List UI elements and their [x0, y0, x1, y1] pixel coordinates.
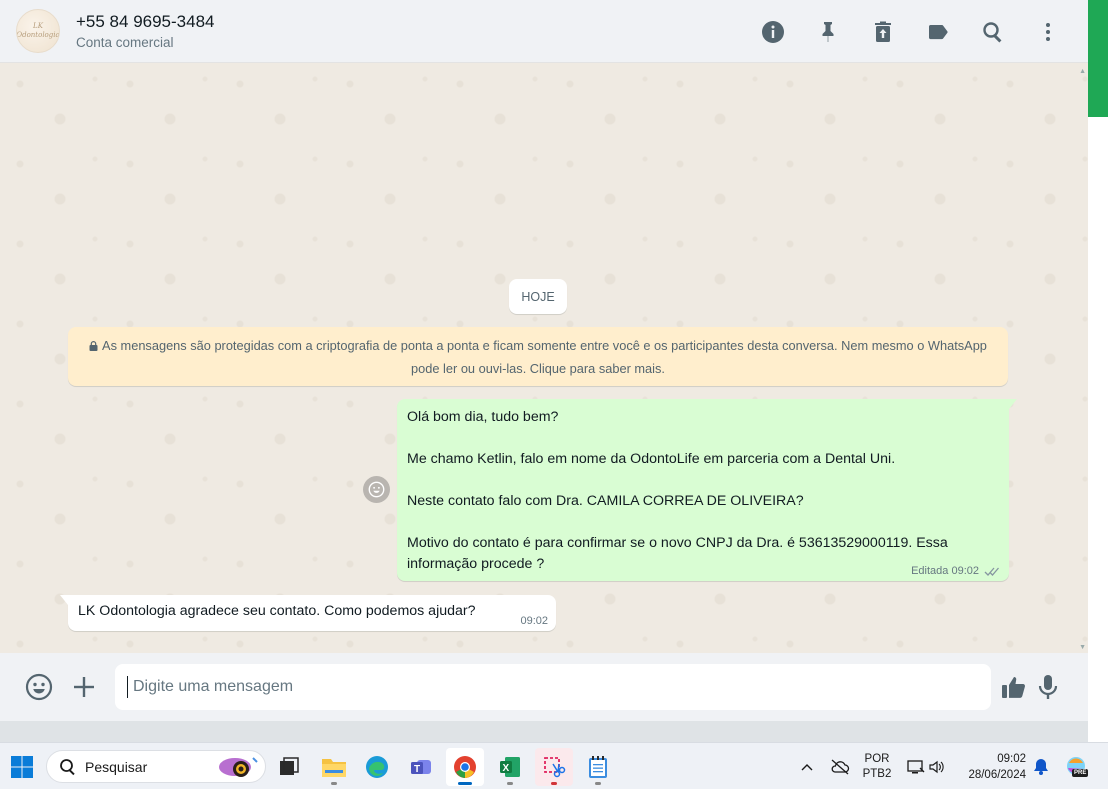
header-actions	[736, 14, 1066, 50]
language-code: POR	[864, 752, 890, 765]
volume-icon	[928, 760, 944, 773]
notepad-button[interactable]	[579, 748, 617, 786]
message-input-box[interactable]	[115, 664, 991, 710]
avatar-logo-text: LK Odontologia	[16, 22, 60, 39]
search-highlight-icon	[219, 757, 258, 777]
start-button[interactable]	[3, 748, 41, 786]
chevron-up-icon	[801, 763, 813, 770]
excel-button[interactable]: X	[491, 748, 529, 786]
contact-avatar[interactable]: LK Odontologia	[16, 9, 60, 53]
outgoing-message[interactable]: Olá bom dia, tudo bem? Me chamo Ketlin, …	[397, 399, 1017, 581]
svg-text:T: T	[414, 764, 420, 775]
edge-icon	[366, 756, 388, 778]
file-explorer-button[interactable]	[315, 748, 353, 786]
message-text: LK Odontologia agradece seu contato. Com…	[78, 603, 476, 619]
menu-icon[interactable]	[1030, 14, 1066, 50]
pin-icon[interactable]	[810, 14, 846, 50]
keyboard-layout: PTB2	[862, 767, 892, 780]
voice-button[interactable]	[1028, 667, 1068, 707]
emoji-reaction-icon	[368, 481, 385, 498]
cloud-offline-icon	[831, 759, 850, 774]
contact-subtitle: Conta comercial	[76, 35, 174, 50]
contact-title: +55 84 9695-3484	[76, 12, 215, 31]
plus-icon	[74, 677, 94, 697]
contact-info[interactable]: +55 84 9695-3484 Conta comercial	[76, 12, 215, 50]
search-label: Pesquisar	[85, 758, 148, 775]
emoji-icon	[25, 673, 53, 701]
text-caret	[127, 676, 128, 698]
message-line: Olá bom dia, tudo bem?	[407, 409, 559, 425]
window-scrollbar[interactable]	[1088, 0, 1108, 742]
message-input[interactable]	[133, 678, 953, 696]
like-button[interactable]	[993, 667, 1033, 707]
attach-button[interactable]	[64, 667, 104, 707]
taskbar-clock[interactable]: 09:02 28/06/2024	[958, 743, 1026, 789]
reaction-button[interactable]	[363, 476, 390, 503]
date-chip: HOJE	[509, 279, 567, 314]
bell-icon	[1034, 759, 1048, 775]
teams-icon: T	[411, 760, 431, 775]
emoji-button[interactable]	[19, 667, 59, 707]
clock-date: 28/06/2024	[968, 768, 1026, 781]
notepad-icon	[589, 756, 607, 778]
incoming-message[interactable]: LK Odontologia agradece seu contato. Com…	[60, 595, 556, 631]
teams-button[interactable]: T	[402, 748, 440, 786]
scissors-icon	[544, 757, 566, 778]
scroll-up-arrow[interactable]: ▲	[1079, 68, 1086, 75]
chat-panel[interactable]: ▲ ▼ HOJE As mensagens são protegidas com…	[0, 64, 1088, 653]
message-line: Me chamo Ketlin, falo em nome da OdontoL…	[407, 451, 896, 467]
microphone-icon	[1038, 675, 1058, 699]
info-icon[interactable]	[755, 14, 791, 50]
task-view-button[interactable]	[270, 748, 308, 786]
clock-time: 09:02	[997, 752, 1026, 765]
window-scrollbar-thumb[interactable]	[1088, 0, 1108, 117]
input-language[interactable]: POR PTB2	[858, 743, 896, 789]
encryption-notice[interactable]: As mensagens são protegidas com a cripto…	[68, 327, 1008, 386]
copilot-button[interactable]: PRE	[1062, 743, 1092, 789]
taskbar-search[interactable]: Pesquisar	[46, 750, 266, 783]
bubble-tail	[60, 595, 68, 605]
notifications-button[interactable]	[1030, 743, 1052, 789]
windows-taskbar: Pesquisar T X POR PTB2 09:02 28/06/2024 …	[0, 742, 1108, 789]
onedrive-status[interactable]	[828, 743, 852, 789]
encryption-notice-text: As mensagens são protegidas com a cripto…	[102, 338, 987, 376]
chrome-icon	[454, 756, 476, 778]
svg-text:X: X	[503, 763, 510, 774]
window-bottom-gap	[0, 721, 1088, 742]
thumbs-up-icon	[1002, 677, 1025, 698]
chat-header: LK Odontologia +55 84 9695-3484 Conta co…	[0, 0, 1088, 63]
network-icon	[906, 759, 924, 773]
task-view-icon	[280, 757, 299, 775]
message-time: 09:02	[951, 565, 979, 577]
snipping-tool-button[interactable]	[535, 748, 573, 786]
chrome-button[interactable]	[446, 748, 484, 786]
search-icon	[60, 758, 75, 775]
message-meta: Editada 09:02	[911, 565, 1001, 577]
copilot-badge: PRE	[1072, 769, 1089, 777]
show-hidden-icons[interactable]	[797, 743, 817, 789]
search-icon[interactable]	[975, 14, 1011, 50]
double-check-icon	[984, 567, 999, 576]
delete-icon[interactable]	[865, 14, 901, 50]
message-line: Neste contato falo com Dra. CAMILA CORRE…	[407, 493, 804, 509]
label-icon[interactable]	[920, 14, 956, 50]
network-volume[interactable]	[904, 743, 946, 789]
edge-button[interactable]	[358, 748, 396, 786]
folder-icon	[322, 759, 346, 777]
bubble-tail	[1009, 399, 1017, 409]
scroll-down-arrow[interactable]: ▼	[1079, 644, 1086, 651]
lock-icon	[89, 341, 98, 351]
message-composer	[0, 653, 1088, 721]
edited-label: Editada	[911, 565, 949, 577]
windows-logo-icon	[11, 756, 33, 778]
excel-icon: X	[500, 757, 520, 777]
message-time: 09:02	[520, 615, 548, 627]
